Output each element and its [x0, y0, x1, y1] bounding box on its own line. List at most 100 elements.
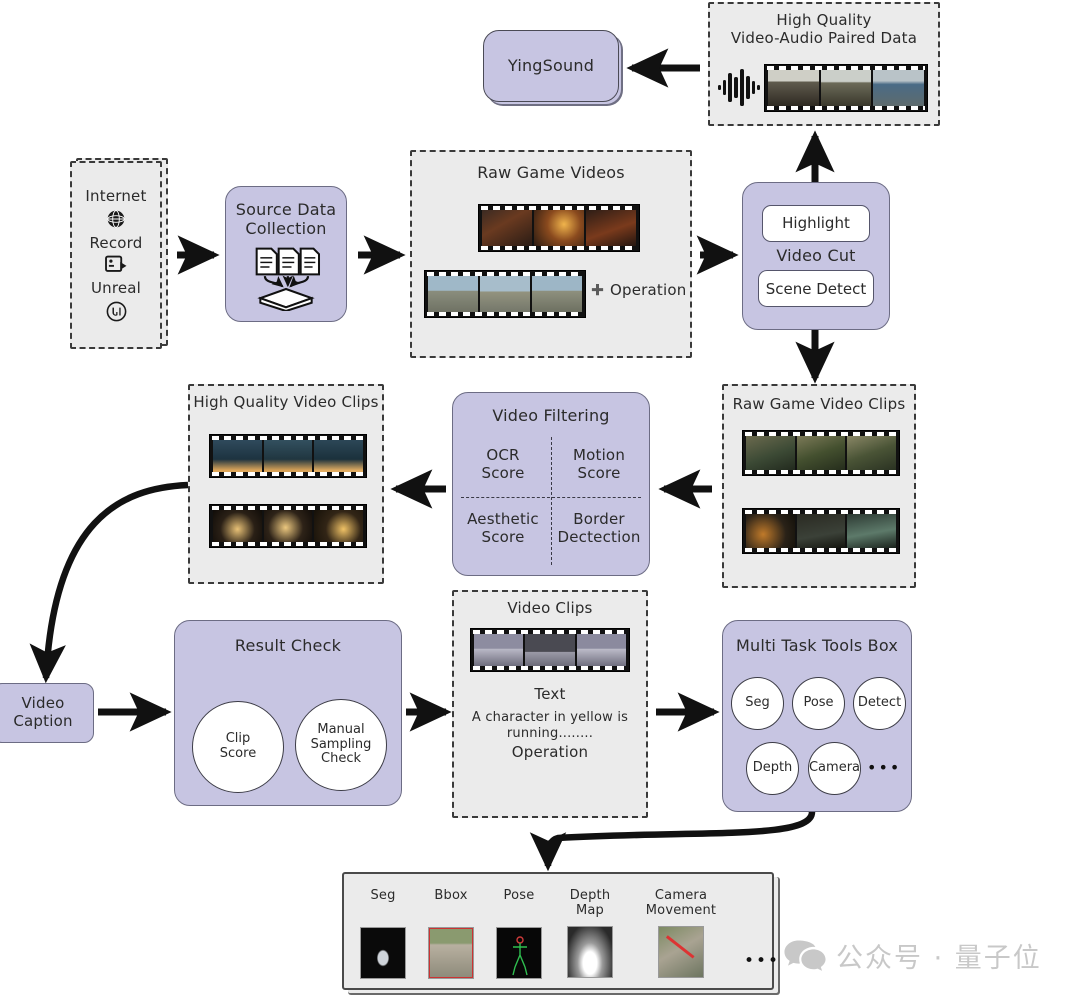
- paired-data-title-line1: High Quality: [776, 11, 872, 29]
- video-clips-operation-label: Operation: [511, 743, 589, 761]
- filtering-aesthetic-line1: Aesthetic: [467, 510, 539, 528]
- result-col-seg[interactable]: Seg: [358, 888, 408, 980]
- result-pose-line1: Pose: [503, 888, 535, 903]
- manual-sampling-line3: Check: [321, 751, 361, 767]
- film-strip-videoclips: [470, 628, 630, 672]
- film-strip-raw-2: [424, 270, 586, 318]
- filtering-motion-line2: Score: [577, 463, 621, 482]
- camera-movement-thumb: [658, 925, 704, 978]
- results-panel: Seg Bbox Pose Depth Map Camera Movement …: [342, 872, 778, 990]
- video-clips-text-body: A character in yellow is running........: [471, 710, 629, 742]
- yingsound-node[interactable]: YingSound: [483, 30, 619, 102]
- clip-score-line2: Score: [219, 746, 257, 761]
- filtering-quadrant-border[interactable]: Border Dectection: [549, 510, 649, 546]
- result-col-camera[interactable]: Camera Movement: [636, 888, 726, 978]
- arrow-toolsbox-to-results: [529, 811, 816, 872]
- video-clips-text-heading: Text: [534, 685, 566, 703]
- video-cut-scene-detect-button[interactable]: Scene Detect: [758, 270, 874, 308]
- filtering-quadrant-motion[interactable]: Motion Score: [555, 446, 643, 482]
- raw-game-videos-operation-label: Operation: [610, 281, 687, 299]
- multi-task-tools-box-title: Multi Task Tools Box: [735, 636, 899, 655]
- sources-box: Internet Record Unreal: [70, 161, 162, 349]
- raw-game-videos-panel: Raw Game Videos Operation: [410, 150, 692, 358]
- watermark: 公众号 · 量子位: [784, 936, 1042, 975]
- tool-camera-label: Camera: [808, 760, 861, 776]
- tool-depth-label: Depth: [752, 760, 793, 776]
- pose-thumb: [496, 927, 542, 980]
- source-label-internet: Internet: [85, 186, 147, 205]
- tool-camera-circle[interactable]: Camera: [808, 742, 861, 795]
- film-strip-rawclips-1: [742, 430, 900, 476]
- tool-pose-label: Pose: [803, 695, 834, 711]
- clip-score-line1: Clip: [225, 731, 251, 747]
- video-caption-line1: Video: [21, 694, 65, 713]
- result-camera-line2: Movement: [645, 903, 717, 919]
- bbox-thumb: [428, 927, 474, 980]
- globe-icon: [107, 209, 125, 228]
- video-caption-line2: Caption: [13, 712, 73, 730]
- tool-seg-label: Seg: [745, 695, 770, 711]
- video-caption-node[interactable]: Video Caption: [0, 683, 94, 743]
- result-check-clip-score-circle[interactable]: Clip Score: [192, 701, 284, 793]
- raw-game-videos-title: Raw Game Videos: [477, 163, 625, 182]
- pose-skeleton-icon: [512, 936, 528, 976]
- documents-to-stack-icon: [255, 247, 321, 311]
- source-item-unreal[interactable]: Unreal: [72, 280, 160, 322]
- multi-task-tools-box-node[interactable]: Multi Task Tools Box Seg Pose Detect Dep…: [722, 620, 912, 812]
- result-col-bbox[interactable]: Bbox: [426, 888, 476, 980]
- yingsound-label: YingSound: [507, 55, 595, 75]
- film-strip-rawclips-2: [742, 508, 900, 554]
- depth-map-thumb: [567, 925, 613, 978]
- result-check-manual-sampling-circle[interactable]: Manual Sampling Check: [295, 699, 387, 791]
- result-camera-line1: Camera: [654, 888, 708, 903]
- tool-depth-circle[interactable]: Depth: [746, 742, 799, 795]
- results-more-ellipsis[interactable]: •••: [744, 951, 780, 971]
- source-data-collection-node[interactable]: Source Data Collection: [225, 186, 347, 322]
- source-item-internet[interactable]: Internet: [72, 186, 160, 229]
- filtering-quadrant-ocr[interactable]: OCR Score: [459, 446, 547, 482]
- filtering-border-line1: Border: [573, 510, 625, 528]
- filtering-motion-line1: Motion: [572, 446, 626, 464]
- screen-record-icon: [105, 255, 127, 273]
- wechat-icon: [784, 939, 826, 971]
- raw-game-video-clips-panel: Raw Game Video Clips: [722, 384, 916, 588]
- video-filtering-title: Video Filtering: [492, 406, 610, 425]
- film-strip-paired-data: [764, 64, 928, 112]
- result-depth-line1: Depth: [569, 888, 611, 903]
- video-cut-highlight-label: Highlight: [782, 214, 850, 233]
- filtering-ocr-line2: Score: [481, 463, 525, 482]
- filtering-quadrant-aesthetic[interactable]: Aesthetic Score: [455, 510, 551, 546]
- tool-detect-label: Detect: [857, 695, 902, 711]
- tool-pose-circle[interactable]: Pose: [792, 677, 845, 730]
- result-col-pose[interactable]: Pose: [494, 888, 544, 980]
- result-check-node[interactable]: Result Check Clip Score Manual Sampling …: [174, 620, 402, 806]
- watermark-text: 公众号 · 量子位: [836, 943, 1042, 974]
- high-quality-video-clips-panel: High Quality Video Clips: [188, 384, 384, 584]
- video-cut-scene-detect-label: Scene Detect: [765, 279, 867, 298]
- video-clips-title: Video Clips: [507, 599, 593, 617]
- video-clips-panel: Video Clips Text A character in yellow i…: [452, 590, 648, 818]
- film-strip-hqclips-2: [209, 504, 367, 548]
- source-data-collection-title-line2: Collection: [245, 218, 327, 238]
- film-strip-raw-1: [478, 204, 640, 252]
- arrow-hqclips-to-videocaption: [29, 481, 189, 684]
- film-strip-hqclips-1: [209, 434, 367, 478]
- result-check-title: Result Check: [234, 636, 342, 655]
- video-filtering-node[interactable]: Video Filtering OCR Score Motion Score A…: [452, 392, 650, 576]
- audio-waveform-icon: [718, 69, 760, 106]
- high-quality-paired-data-panel: High Quality Video-Audio Paired Data: [708, 2, 940, 126]
- source-item-record[interactable]: Record: [72, 233, 160, 275]
- video-cut-title: Video Cut: [776, 245, 856, 265]
- source-label-unreal: Unreal: [90, 279, 142, 298]
- high-quality-video-clips-title: High Quality Video Clips: [193, 393, 379, 411]
- result-bbox-line1: Bbox: [434, 888, 468, 903]
- raw-game-videos-operation: Operation: [590, 281, 687, 300]
- tools-more-ellipsis[interactable]: •••: [867, 758, 901, 778]
- tool-seg-circle[interactable]: Seg: [731, 677, 784, 730]
- tool-detect-circle[interactable]: Detect: [853, 677, 906, 730]
- video-cut-highlight-button[interactable]: Highlight: [762, 204, 870, 242]
- filtering-border-line2: Dectection: [557, 527, 641, 546]
- source-label-record: Record: [89, 233, 143, 252]
- result-col-depth[interactable]: Depth Map: [562, 888, 618, 978]
- video-cut-node[interactable]: Highlight Video Cut Scene Detect: [742, 182, 890, 330]
